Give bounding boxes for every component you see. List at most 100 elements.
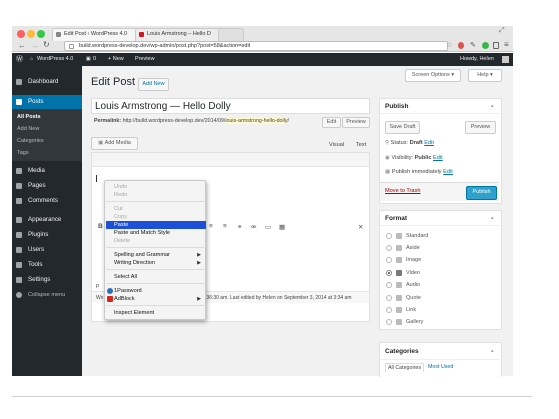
tab-louis-armstrong[interactable]: Louis Armstrong – Hello D × bbox=[135, 28, 230, 41]
howdy-link[interactable]: Howdy, Helen bbox=[460, 53, 494, 66]
add-media-button[interactable]: ▣ Add Media bbox=[91, 137, 138, 150]
maximize-window-button[interactable] bbox=[37, 30, 45, 38]
status-value: Draft bbox=[409, 140, 423, 146]
publish-button[interactable]: Publish bbox=[466, 186, 497, 200]
editor-path: p bbox=[96, 283, 100, 289]
tab-label: Edit Post ‹ WordPress 4.0 bbox=[64, 31, 128, 37]
add-new-button[interactable]: Add New bbox=[138, 78, 169, 91]
insert-more-icon[interactable]: ▭ bbox=[265, 223, 271, 231]
add-media-label: Add Media bbox=[104, 140, 131, 146]
comments-icon: ▣ bbox=[86, 56, 91, 62]
screen-options-label: Screen Options bbox=[411, 72, 450, 78]
address-bar[interactable]: build.wordpress-develop.dev/wp-admin/pos… bbox=[64, 41, 448, 51]
format-radio-link[interactable] bbox=[386, 307, 392, 313]
menu-item-spelling[interactable]: Spelling and Grammar ▶ bbox=[114, 251, 204, 259]
menu-item-paste[interactable]: Paste bbox=[114, 221, 204, 229]
menu-item-delete[interactable]: Delete bbox=[114, 237, 204, 245]
comments-count[interactable]: 0 bbox=[93, 53, 96, 66]
plugins-icon bbox=[16, 232, 22, 238]
sidebar-item-label: Posts bbox=[28, 98, 44, 105]
bookmark-star-icon[interactable]: ☆ bbox=[446, 41, 452, 49]
site-name-link[interactable]: WordPress 4.0 bbox=[37, 53, 73, 66]
preview-link[interactable]: Preview bbox=[135, 53, 155, 66]
word-count-label: Wo bbox=[96, 295, 104, 301]
categories-box: Categories ▴ All Categories Most Used bbox=[379, 342, 502, 377]
view-post-button[interactable]: Preview bbox=[342, 117, 370, 128]
format-radio-video[interactable] bbox=[386, 270, 392, 276]
menu-item-copy[interactable]: Copy bbox=[114, 213, 204, 221]
menu-item-writing-direction[interactable]: Writing Direction ▶ bbox=[114, 259, 204, 267]
sidebar-item-label: Users bbox=[28, 246, 45, 253]
menu-item-select-all[interactable]: Select All bbox=[114, 273, 204, 281]
permalink-slug[interactable]: louis-armstrong-hello-dolly bbox=[225, 118, 288, 124]
move-to-trash-link[interactable]: Move to Trash bbox=[385, 188, 420, 194]
toggle-arrow-icon[interactable]: ▴ bbox=[491, 348, 494, 354]
save-draft-button[interactable]: Save Draft bbox=[385, 121, 420, 134]
align-center-icon[interactable]: ≡ bbox=[209, 223, 213, 230]
menu-item-label: 1Password bbox=[114, 288, 142, 294]
align-right-icon[interactable]: ≡ bbox=[223, 223, 227, 230]
menu-icon[interactable]: ≡ bbox=[504, 40, 509, 49]
remove-link-icon[interactable]: ⚮ bbox=[251, 223, 256, 231]
close-window-button[interactable] bbox=[17, 30, 25, 38]
extension-icon[interactable] bbox=[458, 42, 464, 49]
format-radio-image[interactable] bbox=[386, 257, 392, 263]
edit-schedule-link[interactable]: Edit bbox=[443, 169, 453, 175]
menu-item-paste-match-style[interactable]: Paste and Match Style bbox=[114, 229, 204, 237]
format-header: Format bbox=[385, 215, 408, 222]
image-icon bbox=[396, 257, 402, 263]
bold-icon[interactable]: B bbox=[98, 223, 103, 230]
forward-arrow-icon[interactable]: → bbox=[31, 41, 39, 50]
post-title-input[interactable]: Louis Armstrong — Hello Dolly bbox=[91, 98, 370, 114]
reload-icon[interactable]: ↻ bbox=[43, 40, 50, 50]
menu-item-cut[interactable]: Cut bbox=[114, 205, 204, 213]
edit-permalink-button[interactable]: Edit bbox=[322, 117, 341, 128]
green-extension-icon[interactable] bbox=[482, 42, 489, 49]
preview-button[interactable]: Preview bbox=[465, 121, 496, 134]
edit-status-link[interactable]: Edit bbox=[424, 140, 434, 146]
toolbar-toggle-icon[interactable]: ▦ bbox=[279, 223, 285, 231]
edit-visibility-link[interactable]: Edit bbox=[433, 155, 443, 161]
format-radio-quote[interactable] bbox=[386, 295, 392, 301]
format-radio-aside[interactable] bbox=[386, 245, 392, 251]
tools-icon[interactable]: ✎ bbox=[470, 41, 476, 49]
fullscreen-icon[interactable]: ✕ bbox=[358, 223, 363, 231]
insert-link-icon[interactable]: ⚭ bbox=[237, 223, 242, 231]
tab-visual[interactable]: Visual bbox=[329, 142, 344, 148]
tab-text[interactable]: Text bbox=[356, 142, 366, 148]
avatar[interactable] bbox=[502, 56, 509, 63]
format-radio-standard[interactable] bbox=[386, 233, 392, 239]
browser-chrome: Edit Post ‹ WordPress 4.0 × Louis Armstr… bbox=[12, 26, 513, 52]
menu-item-inspect-element[interactable]: Inspect Element bbox=[114, 309, 204, 317]
new-content-link[interactable]: + New bbox=[108, 53, 124, 66]
sidebar-subitem-all-posts[interactable]: All Posts bbox=[12, 111, 87, 123]
tab-all-categories[interactable]: All Categories bbox=[385, 363, 424, 372]
sidebar-subitem-add-new[interactable]: Add New bbox=[12, 123, 87, 135]
sidebar-subitem-categories[interactable]: Categories bbox=[12, 135, 87, 147]
visibility-row: ◉ Visibility: Public Edit bbox=[385, 155, 443, 161]
menu-item-undo[interactable]: Undo bbox=[114, 183, 204, 191]
new-tab-button[interactable] bbox=[218, 28, 244, 41]
fullscreen-icon[interactable]: ⤢ bbox=[499, 27, 505, 35]
wordpress-logo-icon[interactable]: Ⓦ bbox=[16, 53, 23, 66]
page-action-icon[interactable] bbox=[493, 42, 499, 49]
sidebar-subitem-tags[interactable]: Tags bbox=[12, 147, 87, 159]
tab-edit-post[interactable]: Edit Post ‹ WordPress 4.0 × bbox=[52, 28, 147, 41]
format-box: Format ▴ Standard Aside Image Video Audi… bbox=[379, 210, 502, 330]
menu-item-redo[interactable]: Redo bbox=[114, 191, 204, 199]
editor-toolbar bbox=[92, 153, 369, 167]
permalink-base: http://build.wordpress-develop.dev/2014/… bbox=[122, 118, 226, 124]
menu-item-1password[interactable]: 1Password bbox=[107, 287, 204, 295]
minimize-window-button[interactable] bbox=[27, 30, 35, 38]
help-button[interactable]: Help ▾ bbox=[468, 69, 502, 82]
toggle-arrow-icon[interactable]: ▴ bbox=[491, 215, 494, 221]
toggle-arrow-icon[interactable]: ▴ bbox=[491, 103, 494, 109]
menu-separator bbox=[106, 283, 206, 284]
menu-separator bbox=[106, 305, 206, 306]
tab-most-used[interactable]: Most Used bbox=[428, 364, 453, 370]
format-radio-gallery[interactable] bbox=[386, 319, 392, 325]
screen-options-button[interactable]: Screen Options ▾ bbox=[405, 69, 461, 82]
back-arrow-icon[interactable]: ← bbox=[18, 41, 26, 50]
menu-item-adblock[interactable]: AdBlock ▶ bbox=[107, 295, 204, 303]
format-radio-audio[interactable] bbox=[386, 282, 392, 288]
